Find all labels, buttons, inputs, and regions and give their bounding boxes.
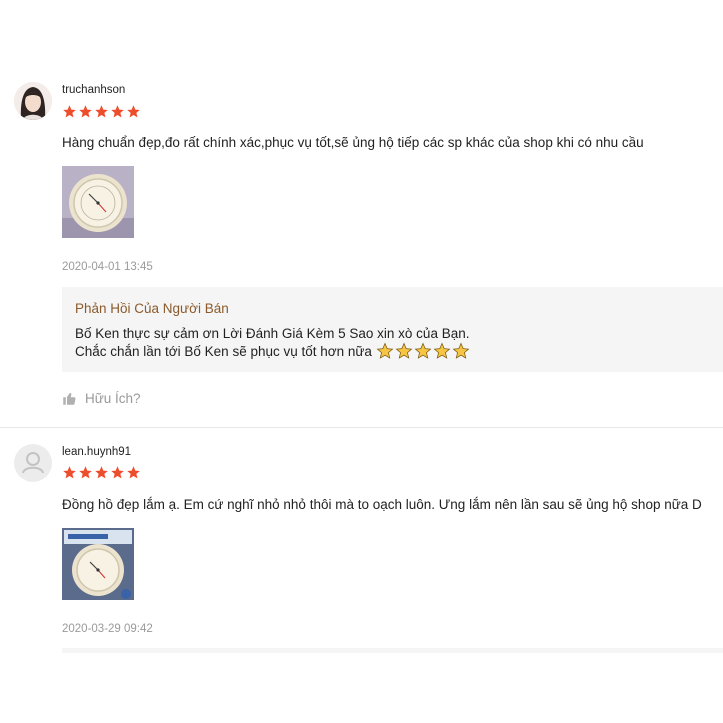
helpful-button[interactable]: Hữu Ích? bbox=[62, 391, 141, 406]
star-emoji-icon bbox=[414, 342, 432, 359]
seller-reply-box bbox=[62, 648, 723, 653]
star-emoji-icon bbox=[433, 342, 451, 359]
rating-stars bbox=[62, 104, 141, 119]
review-photo-thumbnail[interactable] bbox=[62, 166, 134, 238]
star-icon bbox=[127, 466, 140, 479]
review-photo-thumbnail[interactable] bbox=[62, 528, 134, 600]
star-emoji-icon bbox=[452, 342, 470, 359]
reviewer-username: truchanhson bbox=[62, 84, 126, 96]
star-icon bbox=[79, 105, 92, 118]
star-icon bbox=[79, 466, 92, 479]
seller-reply-title: Phản Hồi Của Người Bán bbox=[75, 301, 229, 316]
star-icon bbox=[95, 105, 108, 118]
emoji-stars bbox=[376, 342, 470, 360]
star-icon bbox=[63, 466, 76, 479]
star-icon bbox=[111, 466, 124, 479]
review-timestamp: 2020-04-01 13:45 bbox=[62, 261, 153, 273]
review-divider bbox=[0, 427, 723, 428]
seller-reply-line: Chắc chắn lần tới Bố Ken sẽ phục vụ tốt … bbox=[75, 342, 470, 360]
seller-reply-text: Chắc chắn lần tới Bố Ken sẽ phục vụ tốt … bbox=[75, 343, 372, 359]
thumbs-up-icon bbox=[63, 392, 76, 405]
review-comment: Hàng chuẩn đẹp,đo rất chính xác,phục vụ … bbox=[62, 135, 644, 150]
helpful-label: Hữu Ích? bbox=[85, 391, 141, 406]
review-timestamp: 2020-03-29 09:42 bbox=[62, 623, 153, 635]
user-avatar[interactable] bbox=[14, 82, 52, 120]
star-icon bbox=[63, 105, 76, 118]
seller-reply-text: Bố Ken thực sự cảm ơn Lời Đánh Giá Kèm 5… bbox=[75, 326, 470, 341]
star-emoji-icon bbox=[376, 342, 394, 359]
review-comment: Đồng hồ đẹp lắm ạ. Em cứ nghĩ nhỏ nhỏ th… bbox=[62, 497, 702, 512]
reviewer-username: lean.huynh91 bbox=[62, 446, 132, 458]
star-icon bbox=[111, 105, 124, 118]
user-avatar[interactable] bbox=[14, 444, 52, 482]
star-icon bbox=[95, 466, 108, 479]
star-icon bbox=[127, 105, 140, 118]
star-emoji-icon bbox=[395, 342, 413, 359]
seller-reply-box: Phản Hồi Của Người Bán Bố Ken thực sự cả… bbox=[62, 287, 723, 372]
rating-stars bbox=[62, 465, 141, 480]
